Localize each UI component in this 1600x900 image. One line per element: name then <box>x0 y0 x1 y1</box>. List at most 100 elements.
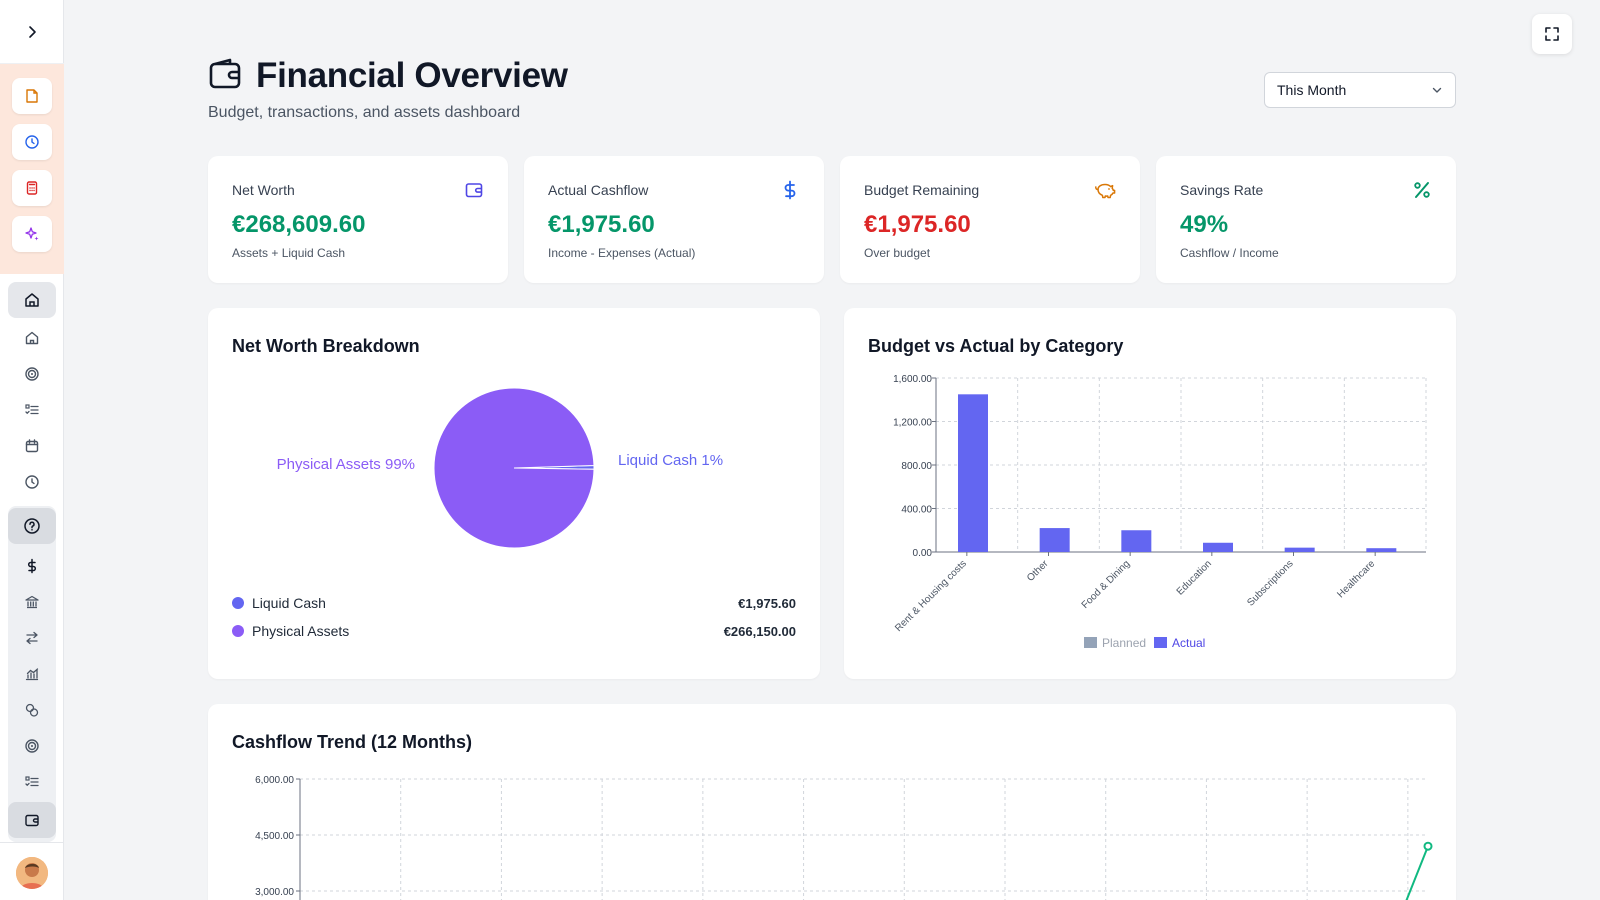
y-tick-label: 6,000.00 <box>255 775 294 786</box>
legend-dot <box>232 597 244 609</box>
legend-value: €1,975.60 <box>738 595 796 611</box>
quick-actions <box>0 64 64 274</box>
sidebar-item-calendar[interactable] <box>8 428 56 464</box>
page-title: Financial Overview <box>256 56 568 95</box>
chart-icon <box>25 668 39 681</box>
wallet-icon <box>209 58 241 89</box>
wallet-icon <box>25 814 39 827</box>
sidebar-item-tasks[interactable] <box>8 392 56 428</box>
sidebar-item-help[interactable] <box>8 508 56 544</box>
net-worth-breakdown-card: Net Worth Breakdown Liquid Cash 1% Physic… <box>208 308 820 679</box>
pie-label-liquid-cash: Liquid Cash 1% <box>618 452 723 469</box>
percent-icon <box>1414 182 1430 198</box>
kpi-label: Actual Cashflow <box>548 182 649 198</box>
kpi-subtitle: Income - Expenses (Actual) <box>548 246 696 260</box>
page-subtitle: Budget, transactions, and assets dashboa… <box>208 104 521 121</box>
y-tick-label: 800.00 <box>901 461 932 472</box>
sidebar-item-goals[interactable] <box>8 356 56 392</box>
budget-vs-actual-chart: 0.00 400.00 800.00 1,200.00 1,600.00 Rent & H… <box>893 374 1427 650</box>
checklist-icon <box>25 404 39 415</box>
user-avatar-icon <box>16 857 48 889</box>
help-circle-icon <box>24 518 40 534</box>
quick-note-button[interactable] <box>12 78 52 114</box>
y-tick-label: 3,000.00 <box>255 887 294 898</box>
legend-label-planned[interactable]: Planned <box>1102 636 1146 650</box>
y-tick-label: 400.00 <box>901 505 932 516</box>
period-select-value: This Month <box>1277 82 1347 98</box>
sidebar-item-house[interactable] <box>8 320 56 356</box>
kpi-value: €1,975.60 <box>864 211 971 238</box>
kpi-card-actual-cashflow: Actual Cashflow €1,975.60 Income - Expen… <box>524 156 824 283</box>
data-point[interactable] <box>1423 841 1433 851</box>
dollar-icon <box>27 558 37 574</box>
sidebar-item-transfers[interactable] <box>8 620 56 656</box>
sidebar-item-budget-list[interactable] <box>8 764 56 800</box>
legend-swatch-actual <box>1154 637 1167 648</box>
target-icon <box>25 739 39 753</box>
calendar-icon <box>25 439 39 453</box>
kpi-card-budget-remaining: Budget Remaining €1,975.60 Over budget <box>840 156 1140 283</box>
x-tick-label: Education <box>1175 558 1214 597</box>
quick-ai-button[interactable] <box>12 216 52 252</box>
sparkle-icon <box>25 227 39 241</box>
sidebar-item-history[interactable] <box>8 464 56 500</box>
legend-label: Physical Assets <box>252 623 350 639</box>
x-tick-label: Other <box>1025 558 1051 584</box>
target-icon <box>25 367 39 381</box>
card-title: Cashflow Trend (12 Months) <box>232 732 473 752</box>
net-worth-pie-chart: Liquid Cash 1% Physical Assets 99% <box>277 387 723 549</box>
kpi-label: Net Worth <box>232 182 295 198</box>
sidebar-toggle-button[interactable] <box>0 0 64 64</box>
legend-label: Liquid Cash <box>252 595 326 611</box>
kpi-card-savings-rate: Savings Rate 49% Cashflow / Income <box>1156 156 1456 283</box>
sidebar-item-bank[interactable] <box>8 584 56 620</box>
kpi-card-net-worth: Net Worth €268,609.60 Assets + Liquid Ca… <box>208 156 508 283</box>
sidebar-item-home[interactable] <box>8 282 56 318</box>
kpi-value: 49% <box>1180 211 1229 238</box>
quick-history-button[interactable] <box>12 124 52 160</box>
sidebar-item-coins[interactable] <box>8 692 56 728</box>
wallet-icon <box>465 183 483 198</box>
bar-actual[interactable] <box>1121 530 1152 552</box>
x-tick-label: Subscriptions <box>1245 558 1295 608</box>
bar-actual[interactable] <box>1039 528 1070 552</box>
bar-actual[interactable] <box>1203 542 1233 552</box>
piggy-bank-icon <box>1095 183 1116 199</box>
kpi-subtitle: Assets + Liquid Cash <box>232 246 346 260</box>
kpi-value: €268,609.60 <box>232 211 366 238</box>
sidebar-item-savings-goals[interactable] <box>8 728 56 764</box>
bar-actual[interactable] <box>1284 547 1315 552</box>
sidebar-item-analytics[interactable] <box>8 656 56 692</box>
bar-actual[interactable] <box>958 394 988 552</box>
period-select[interactable]: This Month <box>1264 72 1456 108</box>
kpi-subtitle: Cashflow / Income <box>1180 246 1279 260</box>
sidebar <box>0 0 64 900</box>
legend-label-actual[interactable]: Actual <box>1172 636 1205 650</box>
expand-icon <box>1545 27 1559 41</box>
cashflow-trend-card: Cashflow Trend (12 Months) 3,000.00 4,500… <box>208 704 1456 900</box>
sidebar-item-finance[interactable] <box>8 548 56 584</box>
clock-icon <box>25 135 39 149</box>
calculator-icon <box>26 181 38 195</box>
x-tick-label: Food & Dining <box>1080 558 1133 611</box>
quick-calculator-button[interactable] <box>12 170 52 206</box>
dollar-icon <box>784 180 796 200</box>
cashflow-line <box>1405 845 1429 900</box>
bar-actual[interactable] <box>1366 548 1397 552</box>
cashflow-trend-chart: 3,000.00 4,500.00 6,000.00 <box>255 775 1433 900</box>
legend-value: €266,150.00 <box>723 623 796 639</box>
x-tick-label: Rent & Housing costs <box>893 558 969 634</box>
kpi-label: Savings Rate <box>1180 182 1264 198</box>
avatar[interactable] <box>16 857 48 889</box>
kpi-value: €1,975.60 <box>548 211 655 238</box>
fullscreen-button[interactable] <box>1532 14 1572 54</box>
kpi-subtitle: Over budget <box>864 246 931 260</box>
y-tick-label: 0.00 <box>913 548 933 559</box>
pie-label-physical-assets: Physical Assets 99% <box>277 456 415 473</box>
coins-icon <box>25 703 39 717</box>
sidebar-item-wallet[interactable] <box>8 802 56 838</box>
legend-dot <box>232 625 244 637</box>
y-tick-label: 1,600.00 <box>893 374 932 385</box>
legend-item-physical-assets: Physical Assets €266,150.00 <box>232 623 796 639</box>
card-title: Budget vs Actual by Category <box>868 336 1124 356</box>
